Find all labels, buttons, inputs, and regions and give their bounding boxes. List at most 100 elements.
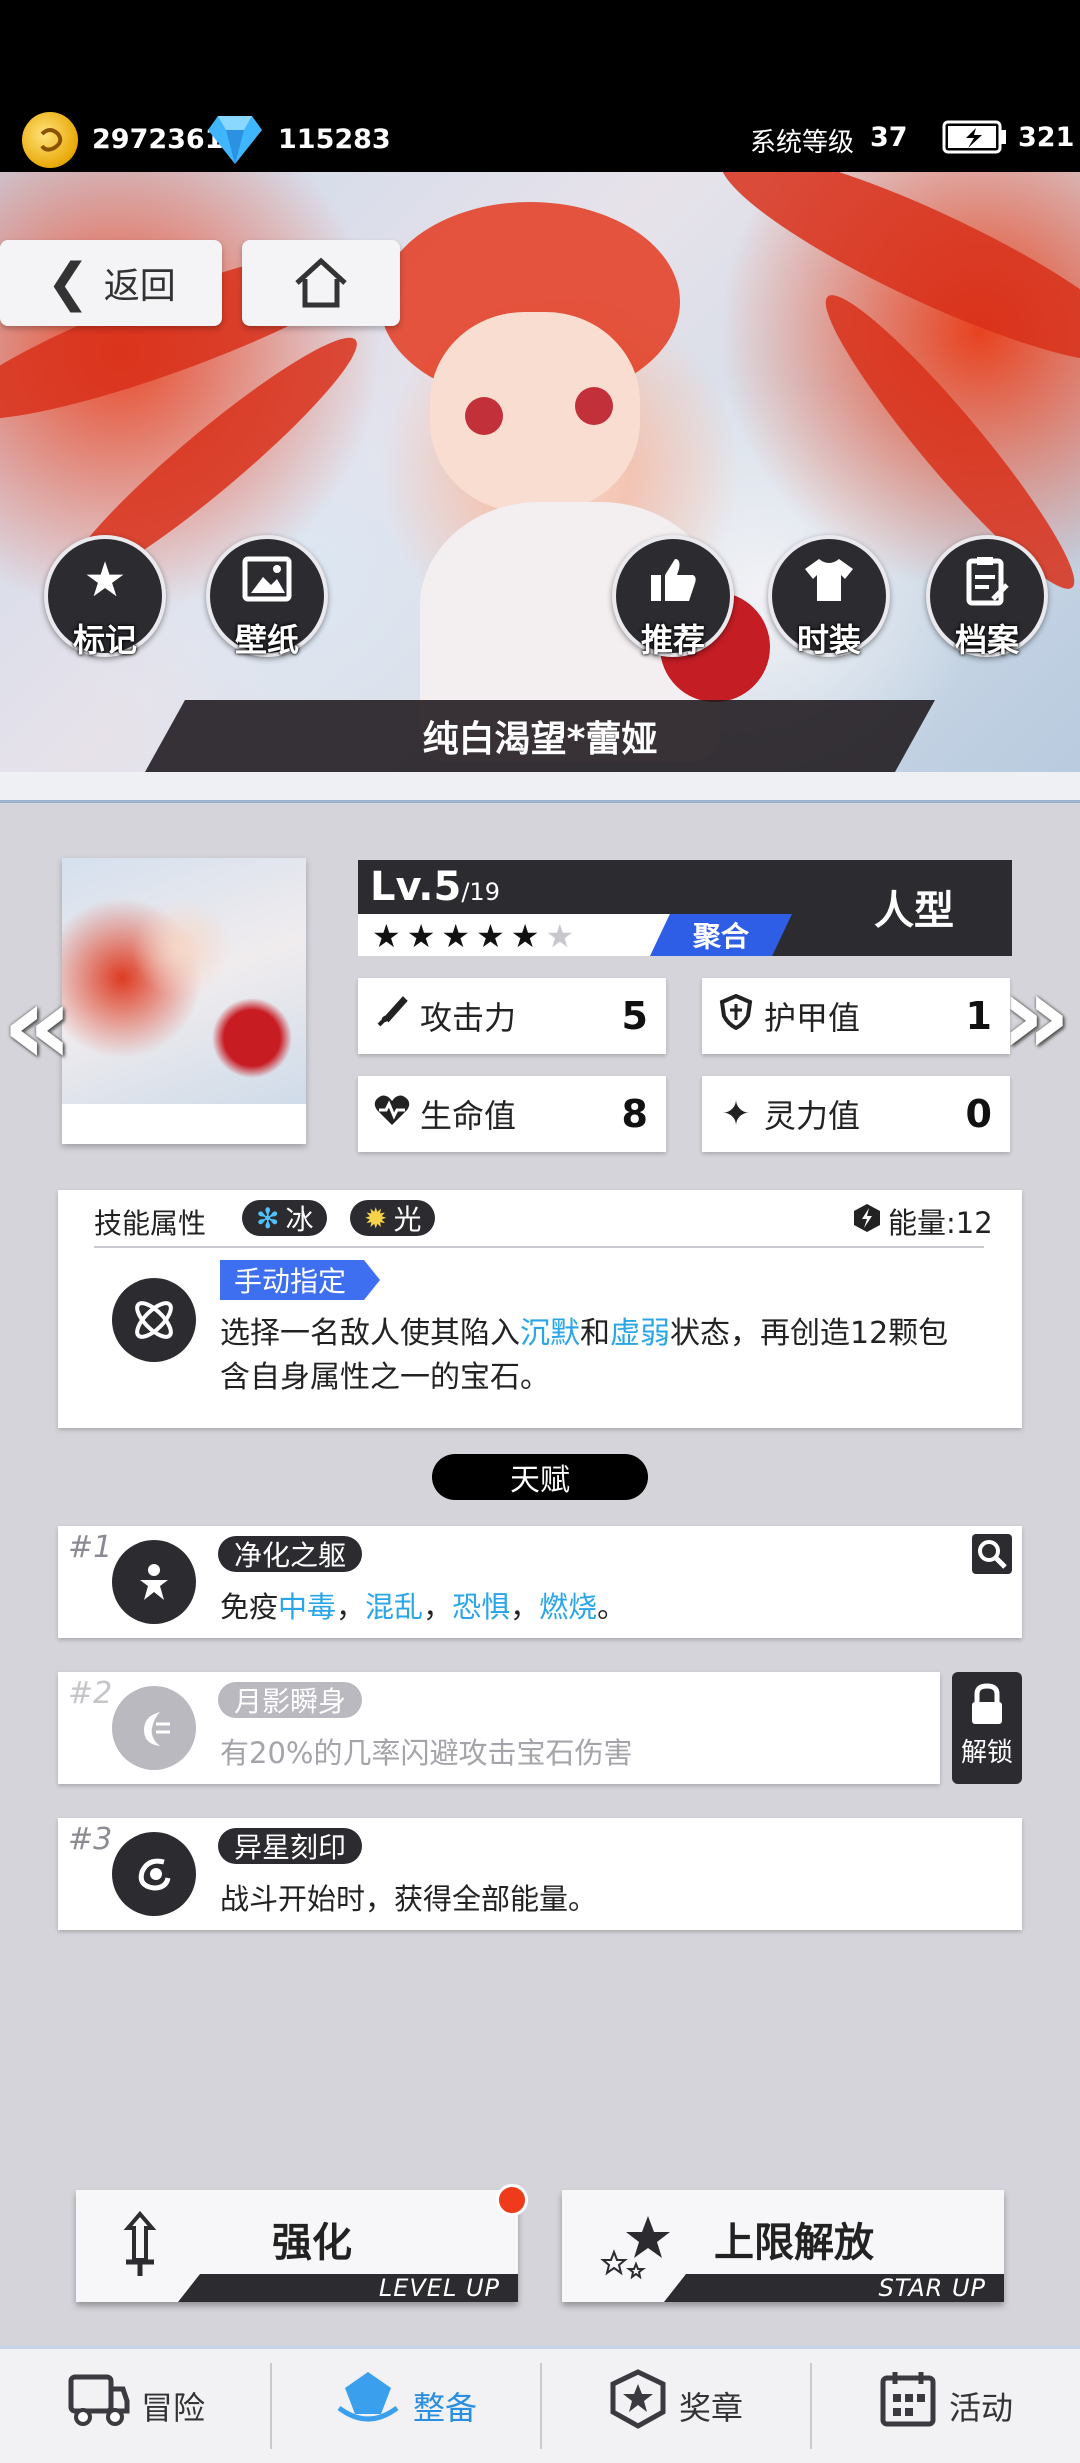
shield-icon bbox=[716, 993, 756, 1039]
star-filled-icon: ★ bbox=[476, 917, 505, 955]
wallpaper-button[interactable]: 壁纸 bbox=[206, 535, 328, 659]
nav-event[interactable]: 活动 bbox=[810, 2349, 1080, 2463]
character-portrait bbox=[62, 858, 306, 1144]
archive-button[interactable]: 档案 bbox=[926, 535, 1048, 659]
chevron-left-icon: ❮ bbox=[46, 253, 90, 313]
trait-badge: 聚合 bbox=[650, 914, 792, 956]
truck-icon bbox=[65, 2369, 131, 2444]
back-button[interactable]: ❮ 返回 bbox=[0, 240, 222, 326]
star-empty-icon: ★ bbox=[545, 917, 575, 955]
keyword-silence: 沉默 bbox=[520, 1316, 580, 1351]
crystal-icon bbox=[333, 2368, 403, 2445]
recommend-button-label: 推荐 bbox=[640, 621, 705, 659]
search-button[interactable] bbox=[972, 1534, 1012, 1574]
mark-button-label: 标记 bbox=[72, 621, 137, 659]
talent-title: 天赋 bbox=[432, 1454, 648, 1500]
lock-icon bbox=[972, 1683, 1002, 1724]
star-filled-icon: ★ bbox=[510, 917, 540, 955]
star-filled-icon: ★ bbox=[406, 917, 436, 955]
sun-icon: ✹ bbox=[364, 1201, 388, 1235]
portrait-image bbox=[62, 858, 306, 1104]
recommend-button[interactable]: 推荐 bbox=[612, 535, 734, 659]
nav-medal-label: 奖章 bbox=[678, 2389, 743, 2427]
nav-equip-label: 整备 bbox=[412, 2389, 477, 2427]
home-button[interactable] bbox=[242, 240, 400, 326]
shirt-icon bbox=[801, 555, 857, 614]
health-value: 8 bbox=[621, 1092, 648, 1136]
talent-number: #3 bbox=[68, 1822, 113, 1857]
purify-icon bbox=[112, 1540, 196, 1624]
star-filled-icon: ★ bbox=[372, 917, 401, 955]
talent-card-2: #2 月影瞬身 有20%的几率闪避攻击宝石伤害 bbox=[58, 1672, 940, 1784]
talent-number: #2 bbox=[68, 1676, 113, 1711]
level-text: Lv.5/19 bbox=[370, 864, 500, 910]
level-max: /19 bbox=[461, 878, 500, 906]
diamond-icon bbox=[206, 114, 264, 170]
element-ice: ✻ 冰 bbox=[242, 1200, 328, 1236]
spirit-label: 灵力值 bbox=[764, 1097, 861, 1135]
notification-badge bbox=[496, 2184, 528, 2216]
stamina-value: 321 bbox=[1018, 122, 1075, 153]
armor-value: 1 bbox=[965, 994, 992, 1038]
element-light: ✹ 光 bbox=[350, 1200, 436, 1236]
file-icon bbox=[963, 555, 1011, 616]
nav-equip[interactable]: 整备 bbox=[270, 2349, 540, 2463]
nav-event-label: 活动 bbox=[948, 2389, 1013, 2427]
talent-description: 有20%的几率闪避攻击宝石伤害 bbox=[220, 1736, 633, 1770]
upgrade-button[interactable]: 强化 LEVEL UP bbox=[76, 2190, 518, 2302]
image-icon bbox=[241, 555, 293, 612]
wallpaper-button-label: 壁纸 bbox=[234, 621, 299, 659]
talent-number: #1 bbox=[68, 1530, 113, 1565]
skill-tag: 手动指定 bbox=[220, 1260, 380, 1300]
attack-value: 5 bbox=[621, 994, 648, 1038]
medal-icon bbox=[607, 2368, 669, 2445]
unlock-button[interactable]: 解锁 bbox=[952, 1672, 1022, 1784]
heart-icon bbox=[372, 1093, 412, 1136]
costume-button[interactable]: 时装 bbox=[768, 535, 890, 659]
system-level-label: 系统等级 bbox=[750, 128, 855, 158]
skill-attr-label: 技能属性 bbox=[94, 1207, 207, 1240]
limit-break-button[interactable]: 上限解放 STAR UP bbox=[562, 2190, 1004, 2302]
gold-amount: 2972361 bbox=[92, 124, 224, 155]
mark-button[interactable]: ★ 标记 bbox=[44, 535, 166, 659]
nav-adventure-label: 冒险 bbox=[140, 2389, 205, 2427]
home-icon bbox=[295, 257, 347, 308]
snowflake-icon: ✻ bbox=[256, 1201, 280, 1235]
spirit-stat: ✦ 灵力值 0 bbox=[702, 1076, 1010, 1152]
talent-card-1: #1 净化之躯 免疫中毒，混乱，恐惧，燃烧。 bbox=[58, 1526, 1022, 1638]
energy-cost: 能量:12 bbox=[888, 1206, 993, 1240]
nav-adventure[interactable]: 冒险 bbox=[0, 2349, 270, 2463]
talent-description: 免疫中毒，混乱，恐惧，燃烧。 bbox=[220, 1590, 627, 1624]
nav-medal[interactable]: 奖章 bbox=[540, 2349, 810, 2463]
character-type: 人型 bbox=[874, 888, 954, 934]
banner-divider bbox=[0, 772, 1080, 803]
costume-button-label: 时装 bbox=[796, 621, 861, 659]
star-icon: ★ bbox=[83, 552, 127, 608]
talent-name: 异星刻印 bbox=[218, 1828, 363, 1864]
upgrade-label: 强化 bbox=[272, 2220, 352, 2266]
skill-panel: 技能属性 ✻ 冰 ✹ 光 能量:12 手动指定 选择一名敌人使其陷入沉默和虚弱状态，… bbox=[58, 1190, 1022, 1428]
diamond-amount: 115283 bbox=[278, 124, 391, 155]
system-level-value: 37 bbox=[870, 122, 908, 153]
limit-break-sub-label: STAR UP bbox=[664, 2274, 1004, 2302]
next-character-arrow[interactable]: » bbox=[1000, 960, 1071, 1070]
spirit-value: 0 bbox=[965, 1092, 992, 1136]
gold-coin-icon bbox=[22, 112, 78, 168]
calendar-icon bbox=[877, 2368, 939, 2445]
search-icon bbox=[978, 1540, 1007, 1569]
unlock-label: 解锁 bbox=[960, 1738, 1013, 1768]
health-label: 生命值 bbox=[420, 1097, 517, 1135]
talent-description: 战斗开始时，获得全部能量。 bbox=[220, 1882, 598, 1916]
talent-card-3: #3 异星刻印 战斗开始时，获得全部能量。 bbox=[58, 1818, 1022, 1930]
health-stat: 生命值 8 bbox=[358, 1076, 666, 1152]
sparkle-icon: ✦ bbox=[721, 1094, 751, 1134]
sword-icon bbox=[372, 995, 412, 1038]
character-name: 纯白渴望*蕾娅 bbox=[145, 700, 935, 772]
star-filled-icon: ★ bbox=[441, 917, 471, 955]
prev-character-arrow[interactable]: « bbox=[2, 970, 73, 1080]
energy-icon bbox=[852, 1202, 882, 1238]
moon-shadow-icon bbox=[112, 1686, 196, 1770]
thumbs-up-icon bbox=[647, 555, 699, 614]
skill-icon bbox=[112, 1278, 196, 1362]
attack-label: 攻击力 bbox=[420, 999, 517, 1037]
